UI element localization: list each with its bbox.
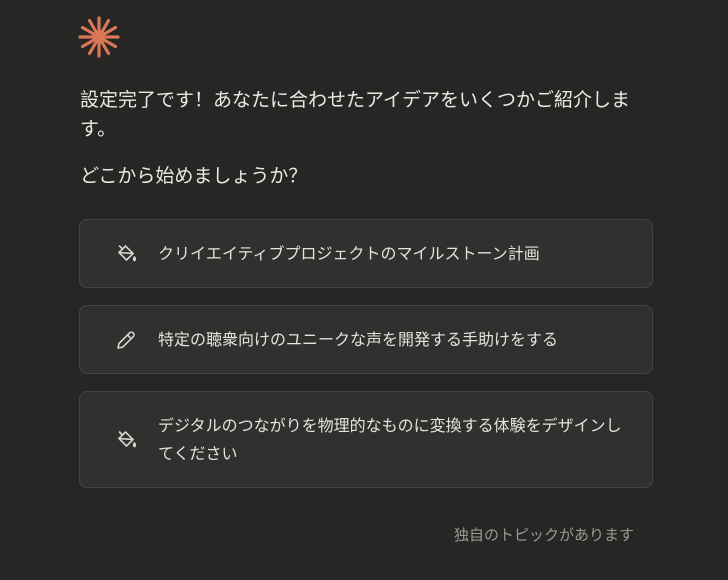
suggestion-label: 特定の聴衆向けのユニークな声を開発する手助けをする — [158, 330, 559, 349]
suggestion-card-unique-voice[interactable]: 特定の聴衆向けのユニークな声を開発する手助けをする — [79, 305, 653, 374]
question-message: どこから始めましょうか？ — [80, 165, 308, 187]
paint-bucket-icon — [118, 245, 137, 262]
sparkle-logo-icon — [78, 16, 120, 58]
suggestion-card-digital-physical-experience[interactable]: デジタルのつながりを物理的なものに変換する体験をデザインしてください — [79, 391, 653, 488]
paint-bucket-icon — [118, 431, 137, 448]
own-topic-link[interactable]: 独自のトピックがあります — [454, 524, 634, 546]
intro-message: 設定完了です！あなたに合わせたアイデアをいくつかご紹介します。 — [80, 89, 631, 140]
suggestion-label: デジタルのつながりを物理的なものに変換する体験をデザインしてください — [158, 416, 622, 463]
suggestion-card-milestone-plan[interactable]: クリイエイティブプロジェクトのマイルストーン計画 — [79, 219, 653, 288]
pencil-icon — [117, 331, 135, 349]
suggestion-label: クリイエイティブプロジェクトのマイルストーン計画 — [158, 244, 540, 263]
